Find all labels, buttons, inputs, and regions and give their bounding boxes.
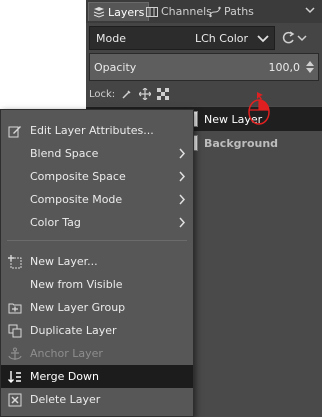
tab-layers[interactable]: Layers xyxy=(88,2,150,21)
spin-up-icon[interactable] xyxy=(306,61,314,66)
menu-item-new-from-visible[interactable]: New from Visible xyxy=(1,273,193,296)
tab-paths-label: Paths xyxy=(224,5,254,18)
tab-paths[interactable]: Paths xyxy=(205,2,258,21)
layers-icon xyxy=(93,7,105,18)
menu-item-label: Delete Layer xyxy=(30,393,101,406)
menu-item-label: New from Visible xyxy=(30,278,123,291)
menu-item-merge-down[interactable]: Merge Down xyxy=(1,365,193,388)
lock-pixels-icon[interactable] xyxy=(121,88,133,100)
lock-label: Lock: xyxy=(89,88,116,100)
delete-icon xyxy=(8,393,22,406)
lock-alpha-icon[interactable] xyxy=(157,88,170,100)
layer-group-icon xyxy=(8,303,22,313)
menu-item-delete-layer[interactable]: Delete Layer xyxy=(1,388,193,411)
new-layer-icon xyxy=(8,254,22,268)
menu-item-label: Anchor Layer xyxy=(30,347,103,360)
dock-tab-bar: Layers Channels Paths xyxy=(86,0,322,23)
menu-item-color-tag[interactable]: Color Tag xyxy=(1,211,193,234)
menu-item-anchor-layer: Anchor Layer xyxy=(1,342,193,365)
mode-reset-button[interactable] xyxy=(281,30,307,46)
paths-icon xyxy=(209,6,221,17)
menu-item-composite-space[interactable]: Composite Space xyxy=(1,165,193,188)
menu-item-new-layer[interactable]: New Layer... xyxy=(1,250,193,273)
opacity-spinner[interactable] xyxy=(306,61,314,73)
menu-item-blend-space[interactable]: Blend Space xyxy=(1,142,193,165)
chevron-down-icon xyxy=(297,35,307,42)
mode-select[interactable]: Mode LCh Color xyxy=(89,26,275,50)
merge-down-icon xyxy=(8,370,21,383)
spin-down-icon[interactable] xyxy=(306,68,314,73)
menu-item-edit-layer-attributes[interactable]: Edit Layer Attributes... xyxy=(1,119,193,142)
mode-row: Mode LCh Color xyxy=(89,25,319,51)
menu-item-label: Merge Down xyxy=(30,370,100,383)
menu-item-label: Composite Space xyxy=(30,170,126,183)
menu-item-label: Edit Layer Attributes... xyxy=(30,124,154,137)
menu-item-label: Duplicate Layer xyxy=(30,324,117,337)
opacity-value: 100,0 xyxy=(268,60,301,74)
channels-icon xyxy=(146,6,158,17)
anchor-icon xyxy=(8,347,22,360)
menu-separator xyxy=(7,240,187,241)
lock-position-icon[interactable] xyxy=(139,88,152,100)
chevron-right-icon xyxy=(179,171,186,182)
opacity-slider[interactable]: Opacity 100,0 xyxy=(89,53,319,81)
chevron-right-icon xyxy=(179,148,186,159)
chevron-right-icon xyxy=(179,194,186,205)
menu-item-composite-mode[interactable]: Composite Mode xyxy=(1,188,193,211)
opacity-label: Opacity xyxy=(94,60,137,74)
mouse-right-click-icon xyxy=(248,92,270,125)
duplicate-icon xyxy=(8,324,22,337)
menu-item-label: Color Tag xyxy=(30,216,81,229)
chevron-right-icon xyxy=(179,217,186,228)
edit-attributes-icon xyxy=(8,125,21,137)
chevron-down-icon xyxy=(257,35,269,43)
reset-icon xyxy=(282,31,295,44)
mode-label: Mode xyxy=(96,31,126,45)
tab-menu-icon[interactable] xyxy=(304,4,316,16)
menu-item-label: Composite Mode xyxy=(30,193,123,206)
layer-name: Background xyxy=(204,136,279,150)
tab-layers-label: Layers xyxy=(108,5,145,19)
layer-context-menu: Edit Layer Attributes... Blend Space Com… xyxy=(0,109,194,417)
menu-item-label: New Layer Group xyxy=(30,301,126,314)
menu-item-label: Blend Space xyxy=(30,147,99,160)
menu-item-new-layer-group[interactable]: New Layer Group xyxy=(1,296,193,319)
mode-value: LCh Color xyxy=(195,31,248,45)
menu-item-label: New Layer... xyxy=(30,255,98,268)
lock-row: Lock: xyxy=(89,86,170,102)
menu-item-duplicate-layer[interactable]: Duplicate Layer xyxy=(1,319,193,342)
